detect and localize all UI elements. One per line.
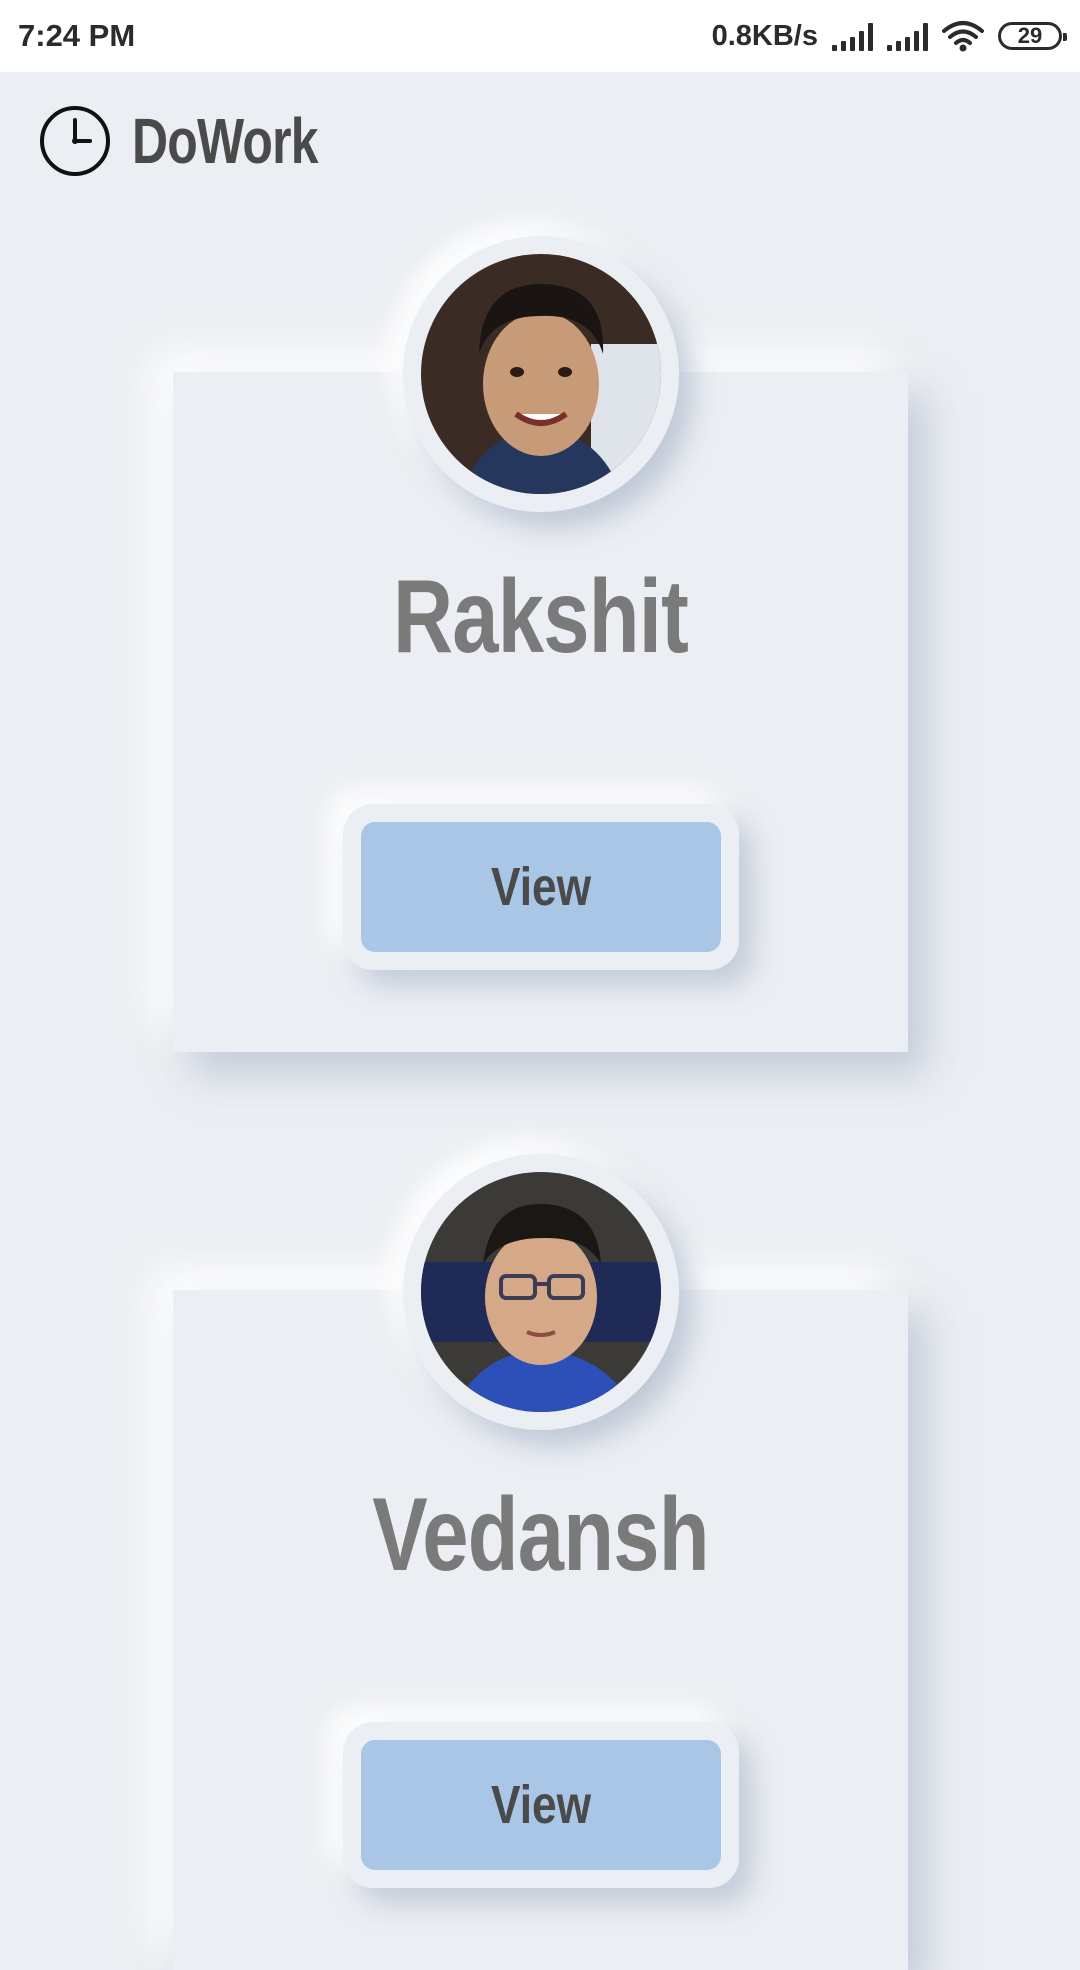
signal-icon — [887, 21, 928, 51]
profile-card: Vedansh View — [173, 1154, 908, 1970]
avatar[interactable] — [420, 254, 661, 494]
view-button-frame: View — [343, 1722, 739, 1888]
app-title: DoWork — [132, 105, 319, 177]
view-button[interactable]: View — [361, 822, 721, 952]
person-photo — [420, 1172, 661, 1412]
view-button-label: View — [490, 1775, 592, 1835]
view-button-frame: View — [343, 804, 739, 970]
profile-card: Rakshit View — [173, 236, 908, 1052]
status-bar: 7:24 PM 0.8KB/s 29 — [0, 0, 1080, 72]
network-speed: 0.8KB/s — [711, 19, 818, 52]
signal-icon — [832, 21, 873, 51]
avatar-frame — [402, 236, 679, 512]
clock-icon — [40, 106, 110, 176]
view-button-label: View — [490, 857, 592, 917]
person-photo — [420, 254, 661, 494]
avatar-frame — [402, 1154, 679, 1430]
wifi-icon — [942, 21, 984, 52]
battery-icon: 29 — [998, 22, 1067, 50]
avatar[interactable] — [420, 1172, 661, 1412]
status-time: 7:24 PM — [18, 18, 136, 53]
app-header: DoWork — [38, 104, 370, 178]
profile-name: Rakshit — [393, 559, 689, 675]
status-indicators: 0.8KB/s 29 — [711, 19, 1067, 53]
view-button[interactable]: View — [361, 1740, 721, 1870]
profile-name: Vedansh — [372, 1477, 709, 1593]
